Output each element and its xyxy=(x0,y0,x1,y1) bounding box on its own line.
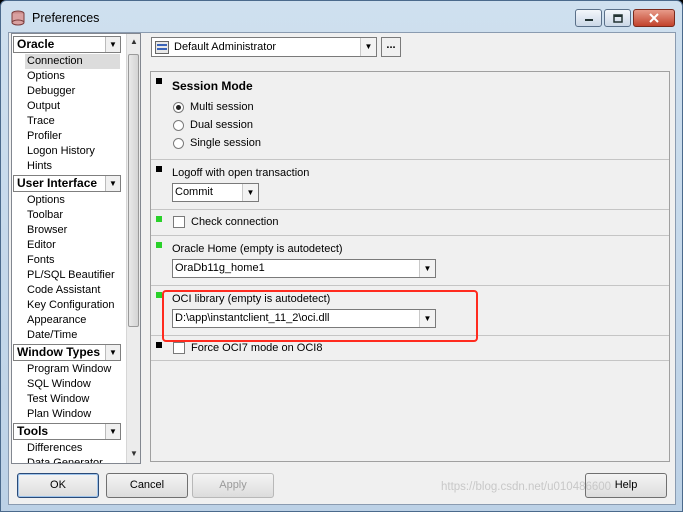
category-user-interface[interactable]: User Interface ▼ xyxy=(13,175,121,192)
category-label: Tools xyxy=(17,424,49,438)
radio-button[interactable] xyxy=(173,137,184,149)
category-list: Oracle ▼ Connection Options Debugger Out… xyxy=(11,33,141,464)
sidebar-item-editor[interactable]: Editor xyxy=(25,238,120,253)
check-connection-section: Check connection xyxy=(151,210,669,236)
category-label: User Interface xyxy=(17,176,98,190)
apply-button[interactable]: Apply xyxy=(192,473,274,498)
maximize-button[interactable] xyxy=(604,9,631,27)
sidebar-item-data-generator[interactable]: Data Generator xyxy=(25,456,120,463)
chevron-down-icon[interactable]: ▼ xyxy=(105,37,120,52)
check-connection-checkbox[interactable] xyxy=(173,216,185,228)
dialog-client-area: Oracle ▼ Connection Options Debugger Out… xyxy=(8,32,676,505)
preference-set-value: Default Administrator xyxy=(174,41,277,53)
radio-label: Multi session xyxy=(190,101,254,113)
sidebar-item-differences[interactable]: Differences xyxy=(25,441,120,456)
section-marker-icon xyxy=(156,242,162,248)
section-marker-icon xyxy=(156,216,162,222)
preferences-window: Preferences Oracle ▼ Connection Options … xyxy=(0,0,683,512)
scroll-up-icon[interactable]: ▲ xyxy=(130,38,138,46)
sidebar-item-appearance[interactable]: Appearance xyxy=(25,313,120,328)
sidebar-item-date-time[interactable]: Date/Time xyxy=(25,328,120,343)
close-icon xyxy=(649,13,659,23)
caption-buttons xyxy=(573,9,675,27)
sidebar-item-code-assistant[interactable]: Code Assistant xyxy=(25,283,120,298)
watermark-text: https://blog.csdn.net/u010486600 xyxy=(441,481,612,493)
chevron-down-icon[interactable]: ▼ xyxy=(242,184,258,201)
maximize-icon xyxy=(612,13,623,23)
sidebar-item-toolbar[interactable]: Toolbar xyxy=(25,208,120,223)
session-mode-title: Session Mode xyxy=(172,79,253,93)
category-label: Oracle xyxy=(17,37,55,51)
force-oci7-checkbox[interactable] xyxy=(173,342,185,354)
category-window-types[interactable]: Window Types ▼ xyxy=(13,344,121,361)
annotation-highlight-box xyxy=(162,290,478,342)
sidebar-item-plsql-beautifier[interactable]: PL/SQL Beautifier xyxy=(25,268,120,283)
radio-dual-session[interactable]: Dual session xyxy=(173,118,253,132)
category-label: Window Types xyxy=(17,345,101,359)
preference-set-more-button[interactable]: ... xyxy=(381,37,401,57)
sidebar-item-logon-history[interactable]: Logon History xyxy=(25,144,120,159)
sidebar-item-plan-window[interactable]: Plan Window xyxy=(25,407,120,422)
sidebar-item-ui-options[interactable]: Options xyxy=(25,193,120,208)
category-oracle[interactable]: Oracle ▼ xyxy=(13,36,121,53)
user-set-icon xyxy=(155,41,169,54)
chevron-down-icon[interactable]: ▼ xyxy=(419,260,435,277)
minimize-button[interactable] xyxy=(575,9,602,27)
scroll-down-icon[interactable]: ▼ xyxy=(130,450,138,458)
sidebar-item-test-window[interactable]: Test Window xyxy=(25,392,120,407)
sidebar-item-output[interactable]: Output xyxy=(25,99,120,114)
section-marker-icon xyxy=(156,166,162,172)
sidebar-item-fonts[interactable]: Fonts xyxy=(25,253,120,268)
radio-button[interactable] xyxy=(173,101,184,113)
database-app-icon xyxy=(11,10,25,26)
sidebar-item-options[interactable]: Options xyxy=(25,69,120,84)
logoff-label: Logoff with open transaction xyxy=(172,167,310,179)
connection-options-panel: Session Mode Multi session Dual session … xyxy=(150,71,670,462)
radio-multi-session[interactable]: Multi session xyxy=(173,100,254,114)
radio-label: Single session xyxy=(190,137,261,149)
sidebar-item-sql-window[interactable]: SQL Window xyxy=(25,377,120,392)
oracle-home-value: OraDb11g_home1 xyxy=(175,262,265,274)
sidebar-item-browser[interactable]: Browser xyxy=(25,223,120,238)
oracle-home-section: Oracle Home (empty is autodetect) OraDb1… xyxy=(151,236,669,286)
title-bar[interactable]: Preferences xyxy=(1,1,682,33)
chevron-down-icon[interactable]: ▼ xyxy=(360,38,376,56)
oracle-home-dropdown[interactable]: OraDb11g_home1 ▼ xyxy=(172,259,436,278)
chevron-down-icon[interactable]: ▼ xyxy=(105,424,120,439)
section-marker-icon xyxy=(156,78,162,84)
close-button[interactable] xyxy=(633,9,675,27)
cancel-button[interactable]: Cancel xyxy=(106,473,188,498)
force-oci7-label: Force OCI7 mode on OCI8 xyxy=(191,342,323,354)
ok-button[interactable]: OK xyxy=(17,473,99,498)
sidebar-item-debugger[interactable]: Debugger xyxy=(25,84,120,99)
check-connection-label: Check connection xyxy=(191,216,279,228)
session-mode-section: Session Mode Multi session Dual session … xyxy=(151,72,669,160)
chevron-down-icon[interactable]: ▼ xyxy=(105,176,120,191)
sidebar-item-profiler[interactable]: Profiler xyxy=(25,129,120,144)
preference-set-dropdown[interactable]: Default Administrator ▼ xyxy=(151,37,377,57)
oracle-home-label: Oracle Home (empty is autodetect) xyxy=(172,243,343,255)
logoff-dropdown[interactable]: Commit ▼ xyxy=(172,183,259,202)
logoff-section: Logoff with open transaction Commit ▼ xyxy=(151,160,669,210)
radio-button[interactable] xyxy=(173,119,184,131)
radio-label: Dual session xyxy=(190,119,253,131)
category-tools[interactable]: Tools ▼ xyxy=(13,423,121,440)
window-title: Preferences xyxy=(32,11,100,25)
minimize-icon xyxy=(584,19,593,21)
sidebar-item-key-configuration[interactable]: Key Configuration xyxy=(25,298,120,313)
radio-single-session[interactable]: Single session xyxy=(173,136,261,150)
category-scrollbar[interactable]: ▲ ▼ xyxy=(126,34,140,463)
section-marker-icon xyxy=(156,342,162,348)
sidebar-item-connection[interactable]: Connection xyxy=(25,54,120,69)
chevron-down-icon[interactable]: ▼ xyxy=(105,345,120,360)
sidebar-item-hints[interactable]: Hints xyxy=(25,159,120,174)
sidebar-item-program-window[interactable]: Program Window xyxy=(25,362,120,377)
scrollbar-thumb[interactable] xyxy=(128,54,139,327)
sidebar-item-trace[interactable]: Trace xyxy=(25,114,120,129)
logoff-value: Commit xyxy=(175,186,213,198)
